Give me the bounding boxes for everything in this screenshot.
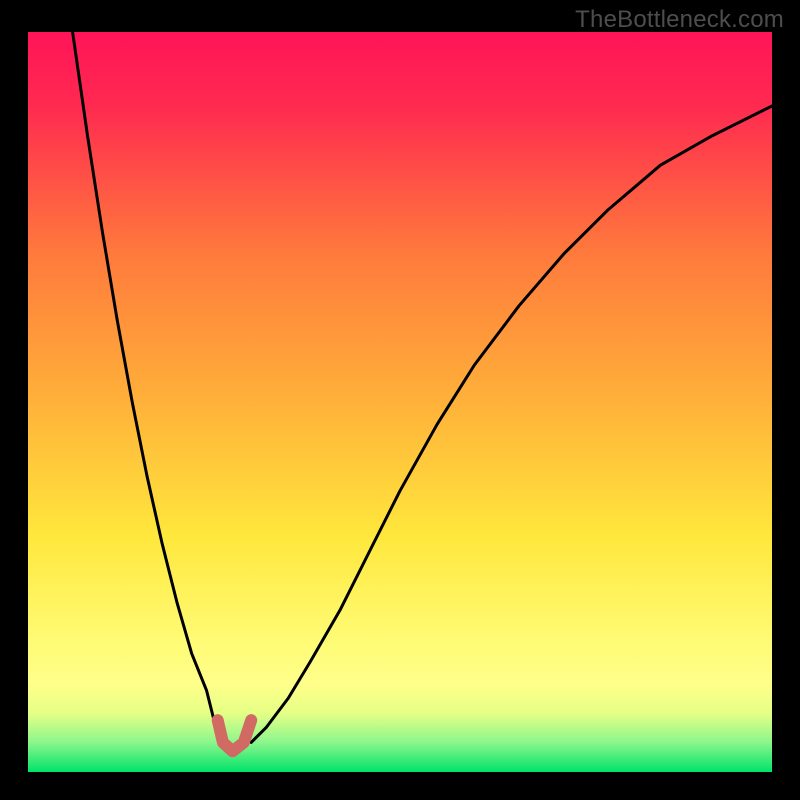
watermark-text: TheBottleneck.com [575,6,784,34]
chart-frame: TheBottleneck.com [0,0,800,800]
chart-plot-area [28,32,772,772]
chart-svg [28,32,772,772]
gradient-background [28,32,772,772]
